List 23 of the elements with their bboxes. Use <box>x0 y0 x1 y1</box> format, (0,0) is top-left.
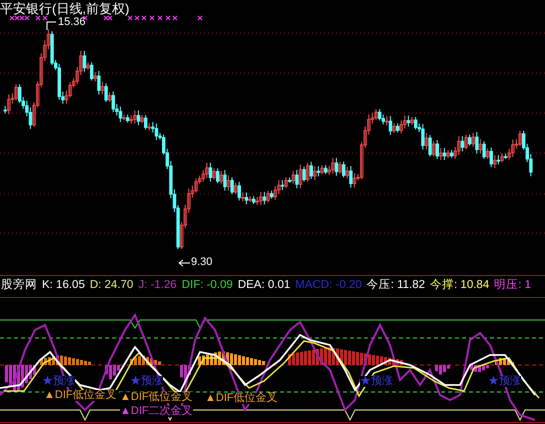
signal-label: ★预涨 <box>130 376 163 387</box>
leader-line <box>46 22 56 30</box>
signal-label: ★预涨 <box>488 376 521 387</box>
indicator-reading: 明压: 1 <box>494 280 532 292</box>
indicator-reading: DEA: 0.01 <box>238 280 290 292</box>
signal-label: ▲DIF低位金叉 <box>120 392 193 403</box>
signal-label: ★预涨 <box>360 376 393 387</box>
signal-label: ★预涨 <box>42 376 75 387</box>
indicator-reading: DIF: -0.09 <box>182 280 233 292</box>
indicator-name: 股旁网 <box>1 280 37 292</box>
signal-label: ▲DIF低位金叉 <box>205 393 278 404</box>
chart-title: 平安银行(日线,前复权) <box>0 2 130 15</box>
indicator-reading: 今撑: 10.84 <box>430 280 490 292</box>
indicator-reading: K: 16.05 <box>42 280 85 292</box>
arrow-icon <box>178 260 190 266</box>
indicator-reading: D: 24.70 <box>90 280 134 292</box>
indicator-reading: 今压: 11.82 <box>366 280 426 292</box>
price-label: 15.36 <box>58 17 86 28</box>
signal-label: ▲DIF低位金叉 <box>44 390 117 401</box>
indicator-reading: J: -1.26 <box>138 280 177 292</box>
signal-label: ▲DIF二次金叉 <box>120 406 193 417</box>
price-label: 9.30 <box>191 257 212 268</box>
indicator-reading: MACD: -0.20 <box>295 280 362 292</box>
